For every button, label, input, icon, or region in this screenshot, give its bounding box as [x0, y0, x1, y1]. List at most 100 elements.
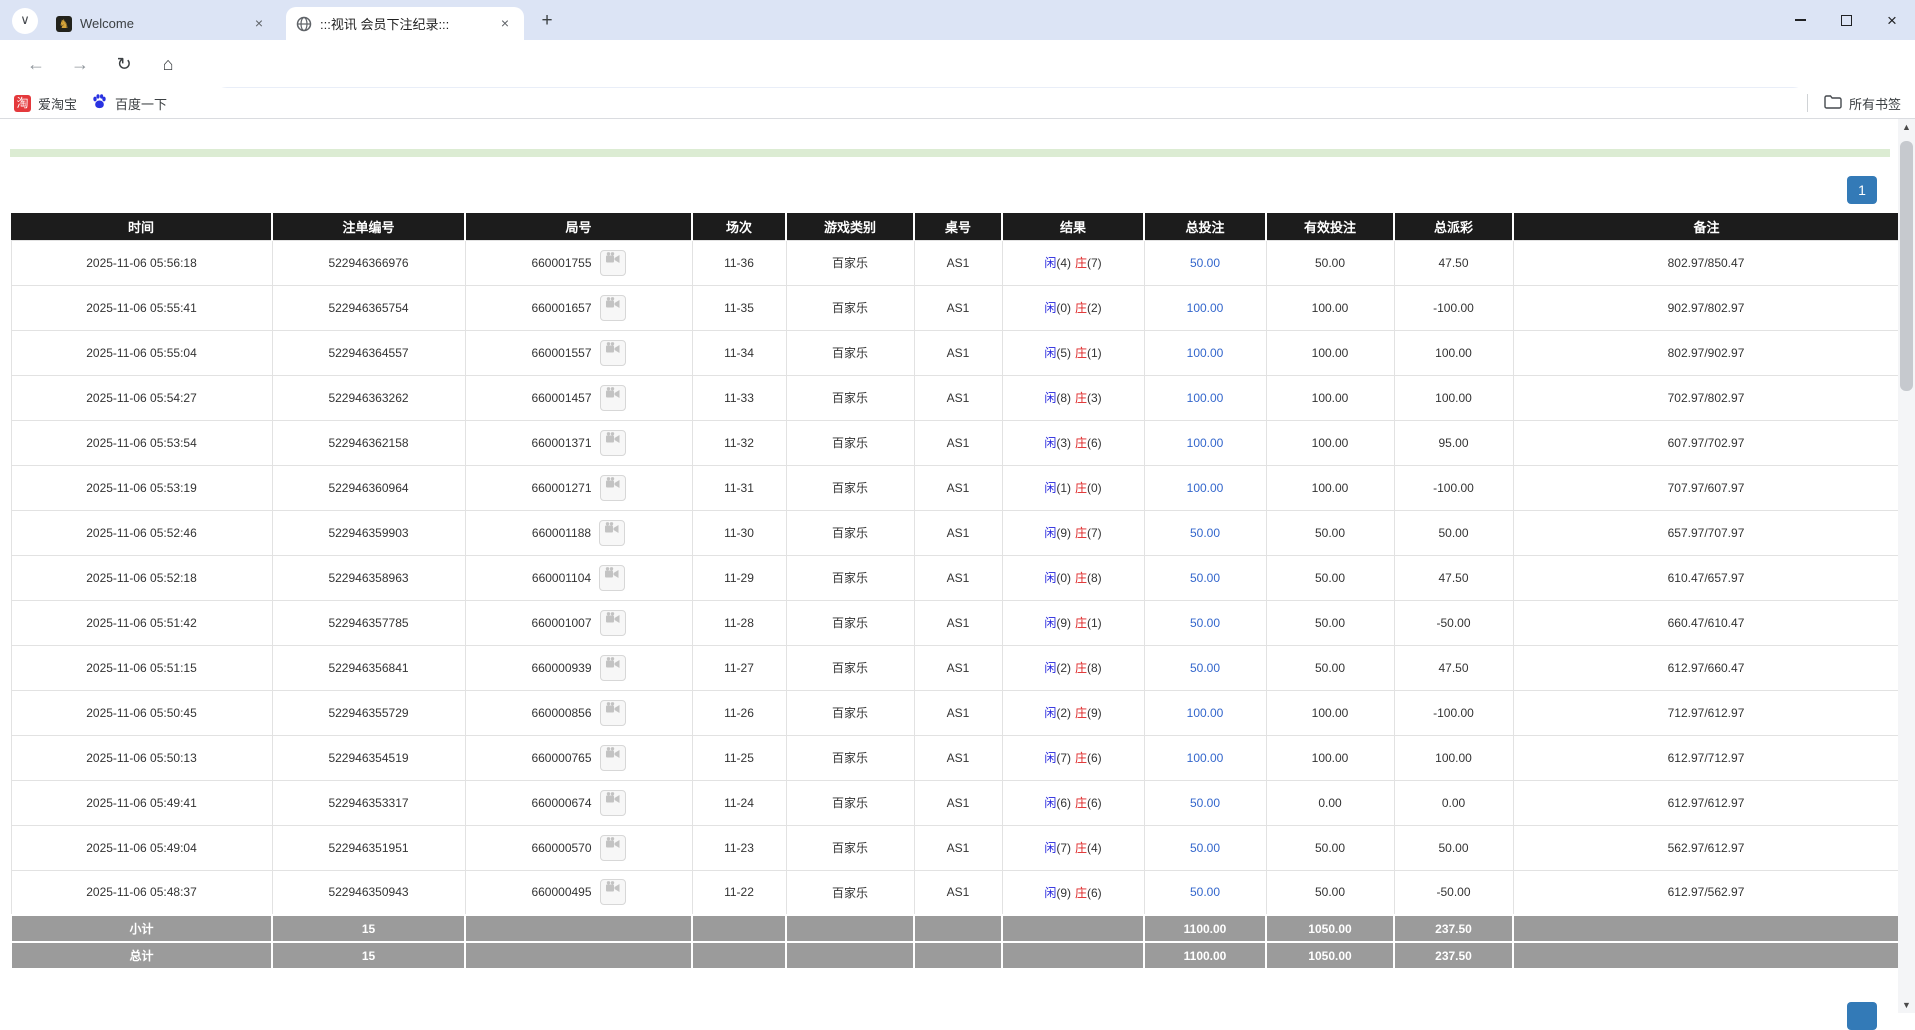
home-icon[interactable]: ⌂: [152, 48, 184, 80]
cell-result: 闲(2)庄(8): [1002, 645, 1144, 690]
cell-total-bet[interactable]: 50.00: [1144, 645, 1266, 690]
video-replay-icon[interactable]: [600, 879, 626, 905]
cell-round-no: 660001755: [465, 240, 692, 285]
table-row: 2025-11-06 05:49:41 522946353317 6600006…: [11, 780, 1899, 825]
video-replay-icon[interactable]: [600, 385, 626, 411]
total-bet-link[interactable]: 50.00: [1190, 526, 1220, 540]
cell-total-bet[interactable]: 100.00: [1144, 735, 1266, 780]
table-row: 2025-11-06 05:51:42 522946357785 6600010…: [11, 600, 1899, 645]
pagination-page-1-button[interactable]: 1: [1847, 176, 1877, 204]
scroll-down-icon[interactable]: ▼: [1898, 997, 1915, 1013]
new-tab-icon[interactable]: +: [534, 9, 560, 35]
cell-game-type: 百家乐: [786, 375, 914, 420]
cell-payout: -100.00: [1394, 465, 1513, 510]
video-replay-icon[interactable]: [600, 610, 626, 636]
cell-total-bet[interactable]: 100.00: [1144, 690, 1266, 735]
result-banker: 庄(7): [1075, 256, 1102, 270]
total-bet-link[interactable]: 50.00: [1190, 661, 1220, 675]
cell-remark: 607.97/702.97: [1513, 420, 1899, 465]
pagination-bottom-button[interactable]: [1847, 1002, 1877, 1030]
cell-total-bet[interactable]: 50.00: [1144, 600, 1266, 645]
cell-payout: 95.00: [1394, 420, 1513, 465]
cell-valid-bet: 50.00: [1266, 510, 1394, 555]
video-replay-icon[interactable]: [600, 700, 626, 726]
video-replay-icon[interactable]: [600, 430, 626, 456]
video-replay-icon[interactable]: [600, 250, 626, 276]
video-replay-icon[interactable]: [600, 835, 626, 861]
forward-icon[interactable]: →: [64, 48, 96, 80]
cell-result: 闲(2)庄(9): [1002, 690, 1144, 735]
cell-valid-bet: 50.00: [1266, 825, 1394, 870]
total-bet-link[interactable]: 50.00: [1190, 885, 1220, 899]
total-bet-link[interactable]: 100.00: [1187, 346, 1224, 360]
cell-valid-bet: 50.00: [1266, 870, 1394, 915]
table-row: 2025-11-06 05:52:18 522946358963 6600011…: [11, 555, 1899, 600]
video-replay-icon[interactable]: [600, 655, 626, 681]
cell-valid-bet: 50.00: [1266, 600, 1394, 645]
cell-total-bet[interactable]: 100.00: [1144, 375, 1266, 420]
scroll-up-icon[interactable]: ▲: [1898, 119, 1915, 135]
video-replay-icon[interactable]: [600, 475, 626, 501]
window-maximize-icon[interactable]: [1823, 0, 1869, 40]
cell-payout: 50.00: [1394, 510, 1513, 555]
result-banker: 庄(3): [1075, 391, 1102, 405]
window-minimize-icon[interactable]: [1777, 0, 1823, 40]
total-bet-link[interactable]: 50.00: [1190, 616, 1220, 630]
cell-total-bet[interactable]: 100.00: [1144, 330, 1266, 375]
table-row: 2025-11-06 05:48:37 522946350943 6600004…: [11, 870, 1899, 915]
cell-total-bet[interactable]: 50.00: [1144, 240, 1266, 285]
video-replay-icon[interactable]: [599, 565, 625, 591]
cell-total-bet[interactable]: 100.00: [1144, 465, 1266, 510]
video-replay-icon[interactable]: [599, 520, 625, 546]
cell-total-bet[interactable]: 50.00: [1144, 870, 1266, 915]
taobao-icon: 淘: [14, 95, 31, 112]
cell-payout: 47.50: [1394, 240, 1513, 285]
cell-time: 2025-11-06 05:54:27: [11, 375, 272, 420]
tab-welcome[interactable]: ♞ Welcome ×: [46, 7, 278, 40]
total-bet-link[interactable]: 100.00: [1187, 436, 1224, 450]
scrollbar-thumb[interactable]: [1900, 141, 1913, 391]
cell-bet-no: 522946363262: [272, 375, 465, 420]
total-bet-link[interactable]: 100.00: [1187, 481, 1224, 495]
tab-close-icon[interactable]: ×: [250, 15, 268, 33]
tab-search-icon[interactable]: ∨: [12, 8, 38, 34]
total-bet-link[interactable]: 50.00: [1190, 841, 1220, 855]
cell-remark: 612.97/660.47: [1513, 645, 1899, 690]
cell-time: 2025-11-06 05:53:19: [11, 465, 272, 510]
cell-total-bet[interactable]: 50.00: [1144, 825, 1266, 870]
reload-icon[interactable]: ↻: [108, 48, 140, 80]
total-bet-link[interactable]: 100.00: [1187, 706, 1224, 720]
cell-total-bet[interactable]: 50.00: [1144, 510, 1266, 555]
video-replay-icon[interactable]: [600, 295, 626, 321]
cell-time: 2025-11-06 05:55:04: [11, 330, 272, 375]
video-replay-icon[interactable]: [600, 745, 626, 771]
cell-total-bet[interactable]: 50.00: [1144, 780, 1266, 825]
total-bet-link[interactable]: 50.00: [1190, 571, 1220, 585]
back-icon[interactable]: ←: [20, 48, 52, 80]
video-replay-icon[interactable]: [600, 790, 626, 816]
cell-remark: 702.97/802.97: [1513, 375, 1899, 420]
tab-close-icon[interactable]: ×: [496, 15, 514, 33]
col-table-no: 桌号: [914, 213, 1002, 240]
cell-bet-no: 522946365754: [272, 285, 465, 330]
tab-bet-record[interactable]: :::视讯 会员下注纪录::: ×: [286, 7, 524, 40]
cell-total-bet[interactable]: 100.00: [1144, 285, 1266, 330]
all-bookmarks-label[interactable]: 所有书签: [1849, 94, 1901, 113]
total-bet-link[interactable]: 100.00: [1187, 751, 1224, 765]
round-number: 660000939: [531, 661, 591, 675]
cell-remark: 612.97/712.97: [1513, 735, 1899, 780]
total-bet-link[interactable]: 100.00: [1187, 301, 1224, 315]
bookmark-taobao[interactable]: 淘 爱淘宝: [14, 94, 77, 113]
vertical-scrollbar[interactable]: ▲ ▼: [1898, 119, 1915, 1013]
video-replay-icon[interactable]: [600, 340, 626, 366]
bookmark-baidu[interactable]: 百度一下: [91, 93, 167, 113]
cell-total-bet[interactable]: 100.00: [1144, 420, 1266, 465]
cell-total-bet[interactable]: 50.00: [1144, 555, 1266, 600]
cell-table-no: AS1: [914, 735, 1002, 780]
total-bet-link[interactable]: 100.00: [1187, 391, 1224, 405]
total-bet-link[interactable]: 50.00: [1190, 256, 1220, 270]
cell-time: 2025-11-06 05:52:18: [11, 555, 272, 600]
total-bet-link[interactable]: 50.00: [1190, 796, 1220, 810]
window-close-icon[interactable]: ×: [1869, 0, 1915, 40]
cell-valid-bet: 50.00: [1266, 555, 1394, 600]
